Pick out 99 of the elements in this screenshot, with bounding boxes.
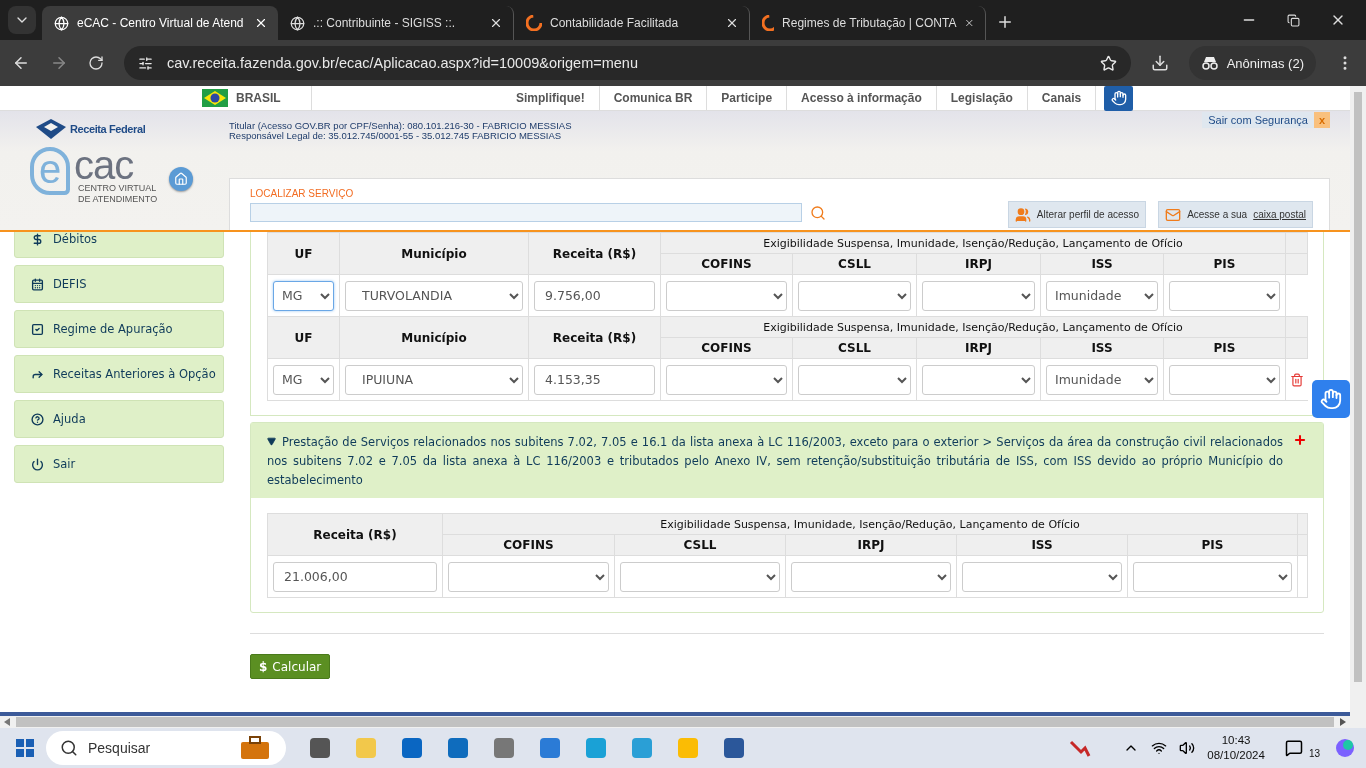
incognito-icon: [1200, 56, 1219, 70]
checkbox-icon: [31, 322, 44, 336]
clock[interactable]: 10:43 08/10/2024: [1207, 733, 1265, 763]
flag-icon: [202, 89, 228, 107]
column-header: Receita (R$): [528, 316, 661, 359]
home-icon: [174, 172, 189, 186]
profile-button[interactable]: Anônimas (2): [1188, 46, 1316, 80]
app-icon[interactable]: [722, 736, 746, 760]
sidebar-item[interactable]: DEFIS: [14, 265, 224, 303]
search-icon[interactable]: [810, 205, 826, 221]
bookmark-star-icon[interactable]: [1099, 54, 1117, 72]
group-header: Exigibilidade Suspensa, Imunidade, Isenção/Redução, Lançamento de Ofício: [442, 513, 1298, 535]
nav-link[interactable]: Comunica BR: [599, 85, 708, 111]
reload-icon[interactable]: [88, 55, 104, 71]
search-label: LOCALIZAR SERVIÇO: [250, 188, 355, 199]
network-alert-icon: [1069, 738, 1092, 758]
agency-logo: Receita Federal: [36, 119, 229, 139]
calendar-icon: [31, 277, 44, 291]
add-icon[interactable]: [1293, 433, 1307, 447]
revenue-field[interactable]: 9.756,00: [534, 280, 655, 311]
column-header: Receita (R$): [267, 513, 443, 556]
copilot-icon[interactable]: [1334, 737, 1356, 759]
globe-icon: [290, 15, 305, 31]
tax-select[interactable]: Imunidade: [1046, 280, 1158, 311]
mailbox-button[interactable]: Acesse a sua caixa postal: [1158, 201, 1313, 228]
tab-close-icon[interactable]: [489, 16, 503, 30]
envelope-icon: [1165, 206, 1182, 223]
new-tab-icon[interactable]: [996, 13, 1014, 31]
state-select[interactable]: MG: [273, 364, 334, 395]
hand-icon: [1110, 90, 1127, 106]
column-header: Município: [339, 232, 529, 275]
power-icon: [31, 457, 44, 471]
nav-link[interactable]: Acesso à informação: [787, 85, 937, 111]
help-icon: [31, 412, 44, 426]
tab-search-button[interactable]: [8, 6, 36, 34]
address-field[interactable]: cav.receita.fazenda.gov.br/ecac/Aplicacao.aspx?id=10009&origem=menu: [124, 46, 1131, 80]
volume-icon[interactable]: [1179, 740, 1196, 756]
city-select[interactable]: IPUIUNA: [345, 364, 523, 395]
revenue-field[interactable]: 21.006,00: [273, 561, 437, 592]
search-field[interactable]: [250, 203, 802, 222]
brand-logo-icon: [526, 15, 542, 31]
city-select[interactable]: TURVOLANDIA: [345, 280, 523, 311]
calculate-button[interactable]: $ Calcular: [250, 654, 331, 679]
nav-link[interactable]: Canais: [1027, 85, 1097, 111]
nav-link[interactable]: Legislação: [936, 85, 1028, 111]
app-icon[interactable]: [308, 736, 332, 760]
column-header: UF: [267, 232, 340, 275]
tab-close-icon[interactable]: [725, 16, 739, 30]
revenue-field[interactable]: 4.153,35: [534, 364, 655, 395]
scroll-right-icon[interactable]: [1340, 718, 1346, 726]
column-header: UF: [267, 316, 340, 359]
user-info-text: Titular (Acesso GOV.BR por CPF/Senha): 080.101.216-30 - FABRICIO MESSIAS: [229, 121, 572, 131]
site-settings-icon: [138, 55, 153, 71]
nav-link[interactable]: Simplifique!: [502, 85, 600, 111]
forward-icon[interactable]: [50, 54, 68, 72]
notifications-icon[interactable]: [1284, 739, 1303, 757]
sidebar-item[interactable]: Receitas Anteriores à Opção: [14, 355, 224, 393]
dollar-icon: [31, 232, 44, 246]
home-button[interactable]: [169, 167, 194, 191]
brand-logo-icon: [762, 15, 775, 31]
app-icon[interactable]: [492, 736, 516, 760]
notification-count: 13: [1306, 747, 1322, 759]
profile-change-button[interactable]: Alterar perfil de acesso: [1007, 201, 1147, 228]
logout-button[interactable]: Sair com Segurança: [1202, 112, 1314, 128]
app-icon[interactable]: [446, 736, 470, 760]
briefcase-icon: [240, 736, 270, 760]
column-header: Município: [339, 316, 529, 359]
restore-icon[interactable]: [1287, 13, 1300, 27]
nav-link[interactable]: Participe: [707, 85, 788, 111]
app-icon[interactable]: [538, 736, 562, 760]
column-header: Receita (R$): [528, 232, 661, 275]
sidebar-item[interactable]: Ajuda: [14, 400, 224, 438]
globe-icon: [54, 15, 69, 31]
group-header: Exigibilidade Suspensa, Imunidade, Isenção/Redução, Lançamento de Ofício: [660, 232, 1286, 254]
network-icon[interactable]: [1151, 740, 1168, 756]
people-icon: [1014, 206, 1031, 223]
ecac-logo: e cac CENTRO VIRTUAL DE ATENDIMENTO: [30, 147, 158, 205]
search-icon: [60, 739, 78, 757]
app-icon[interactable]: [400, 736, 424, 760]
hand-icon: [1320, 388, 1342, 410]
state-select[interactable]: MG: [273, 280, 334, 311]
delete-icon[interactable]: [1290, 372, 1305, 387]
vertical-scrollbar[interactable]: [1354, 92, 1362, 682]
browser-tab[interactable]: eCAC - Centro Virtual de Atend: [42, 6, 278, 40]
download-icon[interactable]: [1150, 54, 1169, 72]
tab-close-icon[interactable]: [254, 16, 268, 30]
sign-language-button[interactable]: [1104, 85, 1134, 111]
country-link[interactable]: BRASIL: [236, 91, 281, 105]
tax-select[interactable]: Imunidade: [1046, 364, 1158, 395]
user-info-text: Responsável Legal de: 35.012.745/0001-55 - 35.012.745 FABRICIO MESSIAS: [229, 131, 563, 141]
back-icon[interactable]: [12, 54, 30, 72]
horizontal-scrollbar[interactable]: [16, 717, 1334, 727]
group-header: Exigibilidade Suspensa, Imunidade, Isenção/Redução, Lançamento de Ofício: [660, 316, 1286, 338]
scroll-left-icon[interactable]: [4, 718, 10, 726]
windows-start-icon[interactable]: [16, 739, 34, 757]
sidebar-item[interactable]: Débitos: [14, 232, 224, 258]
sidebar-item[interactable]: Regime de Apuração: [14, 310, 224, 348]
sidebar-item[interactable]: Sair: [14, 445, 224, 483]
taskbar-search-field[interactable]: Pesquisar: [46, 731, 286, 765]
